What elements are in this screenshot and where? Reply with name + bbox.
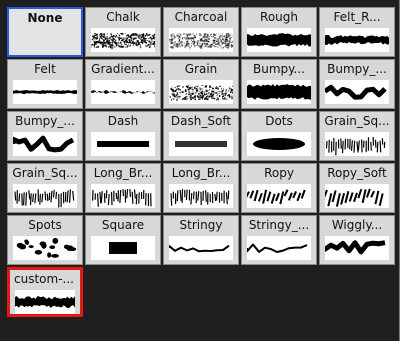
- brush-tile-felt[interactable]: Felt: [7, 59, 83, 109]
- brush-tile-label: Grain_Sq...: [324, 114, 390, 128]
- brush-tile-label: Wiggly...: [331, 218, 383, 232]
- brush-tile-label: Dash_Soft: [170, 114, 232, 128]
- brush-tile-label: Charcoal: [174, 10, 228, 24]
- brush-stroke-preview: [247, 236, 311, 260]
- brush-tile-label: Ropy_Soft: [327, 166, 387, 180]
- brush-tile-grain[interactable]: Grain: [163, 59, 239, 109]
- brush-stroke-preview: [169, 28, 233, 52]
- brush-tile-bumpy-thick[interactable]: Bumpy...: [241, 59, 317, 109]
- brush-stroke-preview: [169, 80, 233, 104]
- brush-stroke-preview: [247, 132, 311, 156]
- brush-tile-stringy-2[interactable]: Stringy_...: [241, 215, 317, 265]
- brush-tile-label: Long_Br...: [93, 166, 153, 180]
- brush-tile-label: Felt: [34, 62, 56, 76]
- brush-tile-label: Bumpy_...: [327, 62, 387, 76]
- brush-tile-felt-rough[interactable]: Felt_R...: [319, 7, 395, 57]
- brush-stroke-preview: [91, 132, 155, 156]
- brush-tile-label: Long_Br...: [171, 166, 231, 180]
- brush-tile-gradient[interactable]: Gradient...: [85, 59, 161, 109]
- brush-stroke-preview: [169, 236, 233, 260]
- brush-tile-label: Bumpy...: [253, 62, 305, 76]
- brush-tile-label: None: [27, 11, 63, 25]
- brush-tile-label: Square: [101, 218, 145, 232]
- brush-stroke-preview: [169, 132, 233, 156]
- brush-tile-grain-square-2[interactable]: Grain_Sq...: [7, 163, 83, 213]
- brush-stroke-preview: [247, 80, 311, 104]
- brush-tile-dash-soft[interactable]: Dash_Soft: [163, 111, 239, 161]
- brush-tile-dots[interactable]: Dots: [241, 111, 317, 161]
- brush-tile-label: Dots: [265, 114, 293, 128]
- brush-tile-charcoal[interactable]: Charcoal: [163, 7, 239, 57]
- brush-tile-label: Ropy: [264, 166, 294, 180]
- brush-stroke-preview: [247, 184, 311, 208]
- brush-stroke-preview: [91, 80, 155, 104]
- brush-stroke-preview: [91, 184, 155, 208]
- brush-tile-bumpy-zigzag[interactable]: Bumpy_...: [7, 111, 83, 161]
- brush-tile-label: Rough: [260, 10, 298, 24]
- brush-tile-grain-square[interactable]: Grain_Sq...: [319, 111, 395, 161]
- brush-stroke-preview: [13, 80, 77, 104]
- brush-tile-chalk[interactable]: Chalk: [85, 7, 161, 57]
- brush-tile-label: Spots: [28, 218, 62, 232]
- brush-tile-label: Gradient...: [91, 62, 155, 76]
- brush-stroke-preview: [13, 236, 77, 260]
- brush-tile-stringy[interactable]: Stringy: [163, 215, 239, 265]
- brush-tile-rough[interactable]: Rough: [241, 7, 317, 57]
- brush-tile-label: Bumpy_...: [15, 114, 75, 128]
- brush-tile-label: Stringy: [179, 218, 223, 232]
- brush-stroke-preview: [325, 80, 389, 104]
- brush-tile-long-bristle[interactable]: Long_Br...: [85, 163, 161, 213]
- brush-tile-label: Felt_R...: [333, 10, 381, 24]
- brush-tile-none[interactable]: None: [7, 7, 83, 57]
- brush-grid: None Chalk Charcoal Rough Felt_R... Felt Gradi…: [7, 7, 395, 317]
- brush-tile-label: Dash: [107, 114, 139, 128]
- brush-stroke-preview: [325, 28, 389, 52]
- brush-tile-label: Stringy_...: [248, 218, 310, 232]
- brush-tile-ropy[interactable]: Ropy: [241, 163, 317, 213]
- brush-stroke-preview: [325, 184, 389, 208]
- brush-style-panel: None Chalk Charcoal Rough Felt_R... Felt Gradi…: [0, 0, 400, 341]
- brush-tile-wiggly[interactable]: Wiggly...: [319, 215, 395, 265]
- brush-tile-custom[interactable]: custom-...: [7, 267, 83, 317]
- brush-stroke-preview: [91, 28, 155, 52]
- brush-stroke-preview: [13, 184, 77, 208]
- brush-stroke-preview: [169, 184, 233, 208]
- brush-stroke-preview: [13, 132, 77, 156]
- brush-tile-label: Grain_Sq...: [12, 166, 78, 180]
- brush-tile-long-bristle-2[interactable]: Long_Br...: [163, 163, 239, 213]
- brush-tile-label: Chalk: [106, 10, 140, 24]
- brush-tile-dash[interactable]: Dash: [85, 111, 161, 161]
- brush-tile-spots[interactable]: Spots: [7, 215, 83, 265]
- brush-tile-label: Grain: [184, 62, 218, 76]
- brush-stroke-preview: [247, 28, 311, 52]
- brush-stroke-preview: [15, 290, 75, 314]
- brush-tile-square[interactable]: Square: [85, 215, 161, 265]
- brush-tile-label: custom-...: [14, 272, 74, 286]
- brush-stroke-preview: [91, 236, 155, 260]
- brush-stroke-preview: [325, 236, 389, 260]
- brush-tile-ropy-soft[interactable]: Ropy_Soft: [319, 163, 395, 213]
- brush-tile-bumpy-zigzag[interactable]: Bumpy_...: [319, 59, 395, 109]
- brush-stroke-preview: [325, 132, 389, 156]
